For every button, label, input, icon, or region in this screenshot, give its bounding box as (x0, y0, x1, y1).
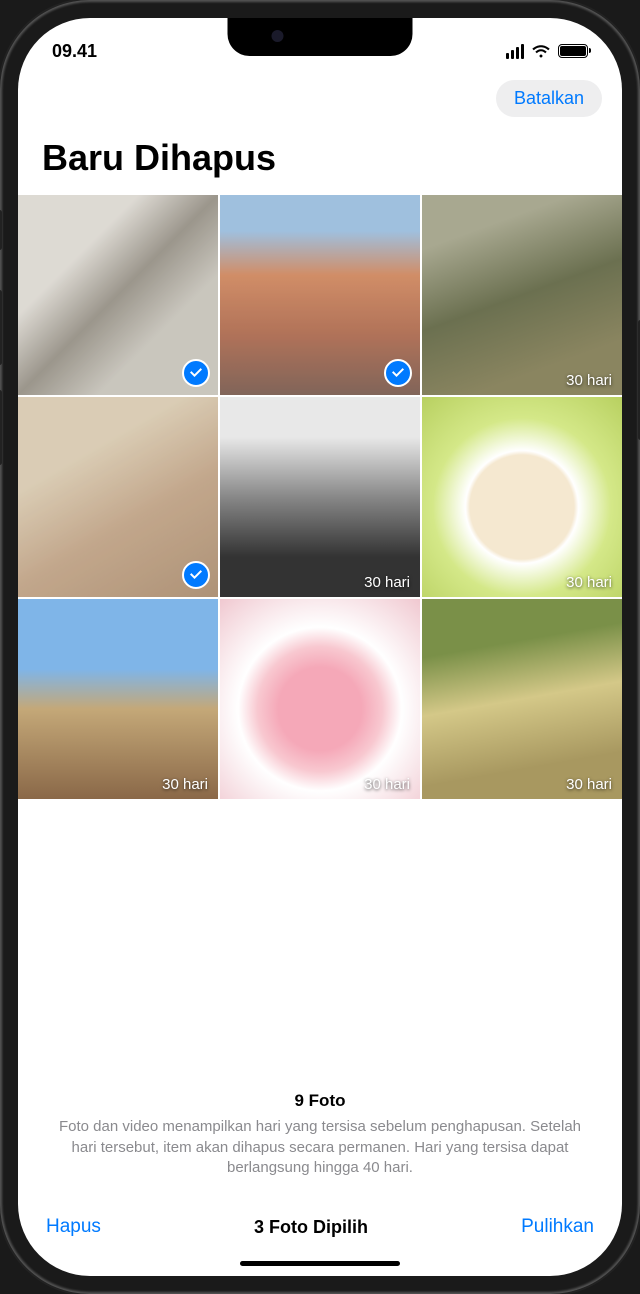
status-icons (506, 44, 589, 59)
page-title: Baru Dihapus (18, 129, 622, 195)
photo-image (422, 195, 622, 395)
status-time: 09.41 (52, 41, 97, 62)
photo-image (422, 599, 622, 799)
photo-thumbnail[interactable]: 30 hari (220, 397, 420, 597)
photo-image (422, 397, 622, 597)
phone-frame: 09.41 Batalkan Baru Dihapus (0, 0, 640, 1294)
photo-thumbnail[interactable]: 30 hari (422, 195, 622, 395)
photo-thumbnail[interactable] (18, 397, 218, 597)
selection-count-label: 3 Foto Dipilih (254, 1217, 368, 1238)
battery-icon (558, 44, 588, 58)
photo-count-label: 9 Foto (50, 1091, 590, 1111)
checkmark-icon (384, 359, 412, 387)
photo-thumbnail[interactable] (220, 195, 420, 395)
days-remaining-label: 30 hari (566, 776, 612, 793)
checkmark-icon (182, 359, 210, 387)
days-remaining-label: 30 hari (566, 574, 612, 591)
photo-image (220, 397, 420, 597)
home-indicator[interactable] (240, 1261, 400, 1266)
cellular-signal-icon (506, 44, 525, 59)
volume-down-button (0, 390, 2, 465)
mute-switch (0, 210, 2, 250)
checkmark-icon (182, 561, 210, 589)
delete-button[interactable]: Hapus (46, 1216, 101, 1238)
recover-button[interactable]: Pulihkan (521, 1216, 594, 1238)
photo-thumbnail[interactable] (18, 195, 218, 395)
screen: 09.41 Batalkan Baru Dihapus (18, 18, 622, 1276)
navigation-bar: Batalkan (18, 72, 622, 129)
photo-grid: 30 hari 30 hari 30 hari 30 hari (18, 195, 622, 799)
wifi-icon (531, 44, 551, 59)
photo-thumbnail[interactable]: 30 hari (220, 599, 420, 799)
info-section: 9 Foto Foto dan video menampilkan hari y… (18, 799, 622, 1190)
photo-thumbnail[interactable]: 30 hari (422, 599, 622, 799)
info-description: Foto dan video menampilkan hari yang ter… (50, 1117, 590, 1178)
days-remaining-label: 30 hari (364, 776, 410, 793)
volume-up-button (0, 290, 2, 365)
days-remaining-label: 30 hari (364, 574, 410, 591)
notch (228, 18, 413, 56)
days-remaining-label: 30 hari (162, 776, 208, 793)
photo-thumbnail[interactable]: 30 hari (18, 599, 218, 799)
photo-thumbnail[interactable]: 30 hari (422, 397, 622, 597)
days-remaining-label: 30 hari (566, 372, 612, 389)
photo-image (18, 599, 218, 799)
photo-image (220, 599, 420, 799)
cancel-button[interactable]: Batalkan (496, 80, 602, 117)
